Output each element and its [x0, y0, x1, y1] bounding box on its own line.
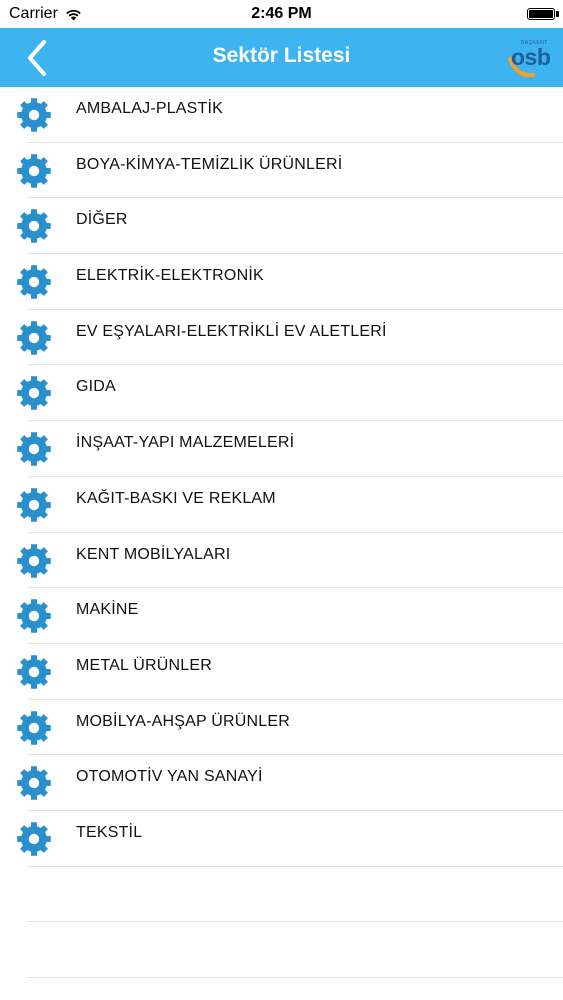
status-bar: Carrier 2:46 PM	[0, 0, 563, 28]
status-time: 2:46 PM	[251, 5, 312, 22]
gear-icon	[17, 766, 51, 800]
sector-row[interactable]: DİĞER	[0, 198, 563, 254]
gear-icon	[17, 376, 51, 411]
sector-label: KENT MOBİLYALARI	[76, 545, 231, 563]
gear-icon	[17, 655, 51, 689]
sector-label: AMBALAJ-PLASTİK	[76, 100, 224, 117]
sector-label: ELEKTRİK-ELEKTRONİK	[76, 267, 264, 285]
list-separator	[28, 977, 563, 978]
gear-icon	[17, 822, 51, 856]
sector-row[interactable]: KENT MOBİLYALARI	[0, 533, 563, 589]
sector-label: MOBİLYA-AHŞAP ÜRÜNLER	[76, 712, 291, 730]
gear-icon	[17, 321, 51, 355]
sector-label: GIDA	[76, 378, 116, 396]
gear-icon	[17, 153, 51, 188]
sector-label: TEKSTİL	[76, 823, 143, 841]
sector-label: EV EŞYALARI-ELEKTRİKLİ EV ALETLERİ	[76, 322, 387, 340]
sector-label: METAL ÜRÜNLER	[76, 656, 212, 674]
sector-label: DİĞER	[76, 211, 128, 229]
gear-icon	[17, 98, 51, 132]
page-title: Sektör Listesi	[212, 44, 351, 67]
sector-label: BOYA-KİMYA-TEMİZLİK ÜRÜNLERİ	[76, 155, 343, 173]
sector-label: MAKİNE	[76, 601, 139, 619]
sector-row[interactable]: GIDA	[0, 365, 563, 421]
gear-icon	[17, 710, 51, 745]
battery-cap	[556, 11, 559, 17]
battery-level	[529, 10, 553, 18]
gear-icon	[17, 209, 51, 244]
battery-icon	[527, 8, 555, 20]
sector-list: AMBALAJ-PLASTİK BOYA-KİMYA-TEMİZLİK ÜRÜN…	[0, 87, 563, 867]
gear-icon	[17, 488, 51, 522]
sector-row[interactable]: OTOMOTİV YAN SANAYİ	[0, 755, 563, 811]
sector-label: İNŞAAT-YAPI MALZEMELERİ	[76, 434, 295, 452]
logo-text: osb	[511, 44, 551, 70]
sector-row[interactable]: İNŞAAT-YAPI MALZEMELERİ	[0, 421, 563, 477]
sector-row[interactable]: METAL ÜRÜNLER	[0, 644, 563, 700]
sector-row[interactable]: EV EŞYALARI-ELEKTRİKLİ EV ALETLERİ	[0, 310, 563, 366]
sector-row[interactable]: KAĞIT-BASKI VE REKLAM	[0, 477, 563, 533]
sector-row[interactable]: AMBALAJ-PLASTİK	[0, 87, 563, 143]
list-separator	[28, 921, 563, 922]
gear-icon	[17, 599, 51, 633]
navigation-bar: Sektör Listesi BAŞKENT osb	[0, 28, 563, 87]
gear-icon	[17, 543, 51, 578]
sector-row[interactable]: TEKSTİL	[0, 811, 563, 867]
sector-row[interactable]: BOYA-KİMYA-TEMİZLİK ÜRÜNLERİ	[0, 143, 563, 199]
sector-row[interactable]: MAKİNE	[0, 588, 563, 644]
sector-row[interactable]: MOBİLYA-AHŞAP ÜRÜNLER	[0, 700, 563, 756]
sector-label: KAĞIT-BASKI VE REKLAM	[76, 489, 276, 507]
gear-icon	[17, 265, 51, 299]
sector-row[interactable]: ELEKTRİK-ELEKTRONİK	[0, 254, 563, 310]
osb-logo: BAŞKENT osb	[507, 40, 557, 78]
sector-label: OTOMOTİV YAN SANAYİ	[76, 768, 263, 786]
gear-icon	[17, 432, 51, 466]
